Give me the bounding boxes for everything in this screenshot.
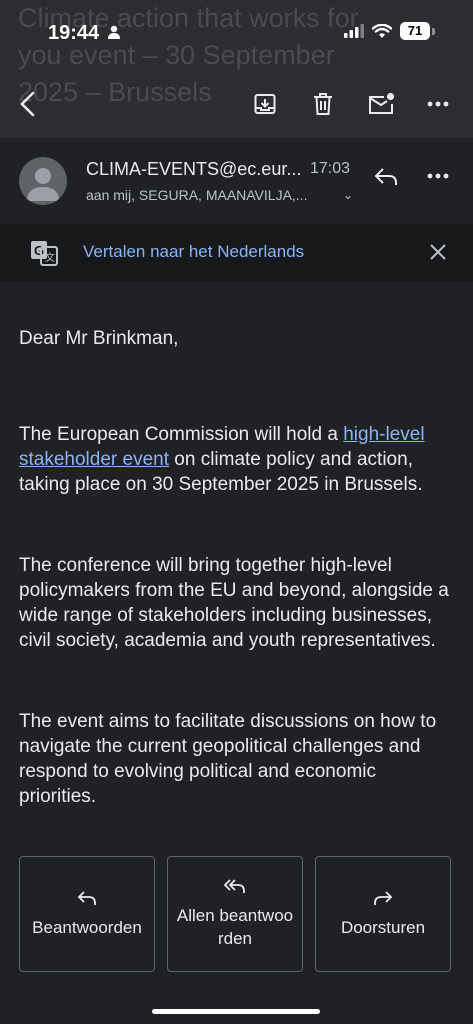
archive-icon (254, 94, 276, 114)
arrow-left-icon (20, 91, 35, 117)
mail-unread-icon (369, 92, 395, 114)
reply-all-icon (224, 879, 245, 893)
greeting: Dear Mr Brinkman, (19, 328, 179, 349)
translate-banner: G 文 Vertalen naar het Nederlands (0, 224, 473, 282)
reply-icon-button[interactable] (370, 160, 402, 192)
forward-button[interactable]: Doorsturen (315, 856, 451, 972)
wifi-icon (372, 23, 392, 38)
paragraph-1: The European Commission will hold a high… (19, 422, 449, 497)
status-time: 19:44 (48, 22, 100, 44)
svg-text:G: G (34, 243, 44, 258)
sender-address: CLIMA-EVENTS@ec.eur... (86, 159, 302, 179)
mark-unread-button[interactable] (365, 88, 397, 120)
message-more-button[interactable] (422, 160, 454, 192)
translate-link[interactable]: Vertalen naar het Nederlands (83, 242, 304, 262)
reply-button[interactable]: Beantwoorden (19, 856, 155, 972)
archive-button[interactable] (249, 88, 281, 120)
email-body: Dear Mr Brinkman, The European Commissio… (19, 326, 449, 846)
more-horizontal-icon (427, 101, 449, 107)
message-header[interactable]: CLIMA-EVENTS@ec.eur... 17:03 aan mij, SE… (0, 145, 473, 223)
paragraph-1-start: The European Commission will hold a (19, 424, 344, 445)
reply-icon (374, 168, 397, 185)
sent-time: 17:03 (310, 160, 351, 177)
avatar[interactable] (19, 157, 67, 205)
recipients-summary[interactable]: aan mij, SEGURA, MAANAVILJA,... (86, 187, 307, 203)
status-indicators: 71 (344, 22, 435, 40)
forward-icon (374, 890, 393, 905)
paragraph-3: The event aims to facilitate discussions… (19, 711, 437, 807)
person-icon (27, 168, 59, 201)
chevron-down-icon[interactable]: ⌄ (343, 188, 353, 202)
email-subject: Climate action that works for you event … (18, 3, 359, 107)
svg-text:文: 文 (45, 251, 55, 264)
reply-label: Beantwoorden (32, 917, 142, 937)
person-icon (108, 25, 120, 39)
reply-icon (77, 890, 96, 905)
back-button[interactable] (11, 88, 43, 120)
battery-cap (432, 27, 435, 35)
close-icon[interactable] (428, 242, 448, 262)
home-indicator[interactable] (152, 1009, 320, 1014)
delete-button[interactable] (307, 88, 339, 120)
translate-icon: G 文 (31, 241, 58, 266)
more-options-button[interactable] (422, 88, 454, 120)
paragraph-2: The conference will bring together high-… (19, 555, 449, 651)
battery-indicator: 71 (400, 22, 430, 40)
reply-all-label: Allen beantwoorden (176, 906, 294, 948)
reply-all-button[interactable]: Allen beantwoorden (167, 856, 303, 972)
top-bar: Climate action that works for you event … (0, 0, 473, 138)
more-horizontal-icon (427, 173, 449, 179)
trash-icon (314, 93, 332, 115)
forward-label: Doorsturen (340, 917, 426, 937)
cellular-signal-icon (344, 24, 364, 38)
